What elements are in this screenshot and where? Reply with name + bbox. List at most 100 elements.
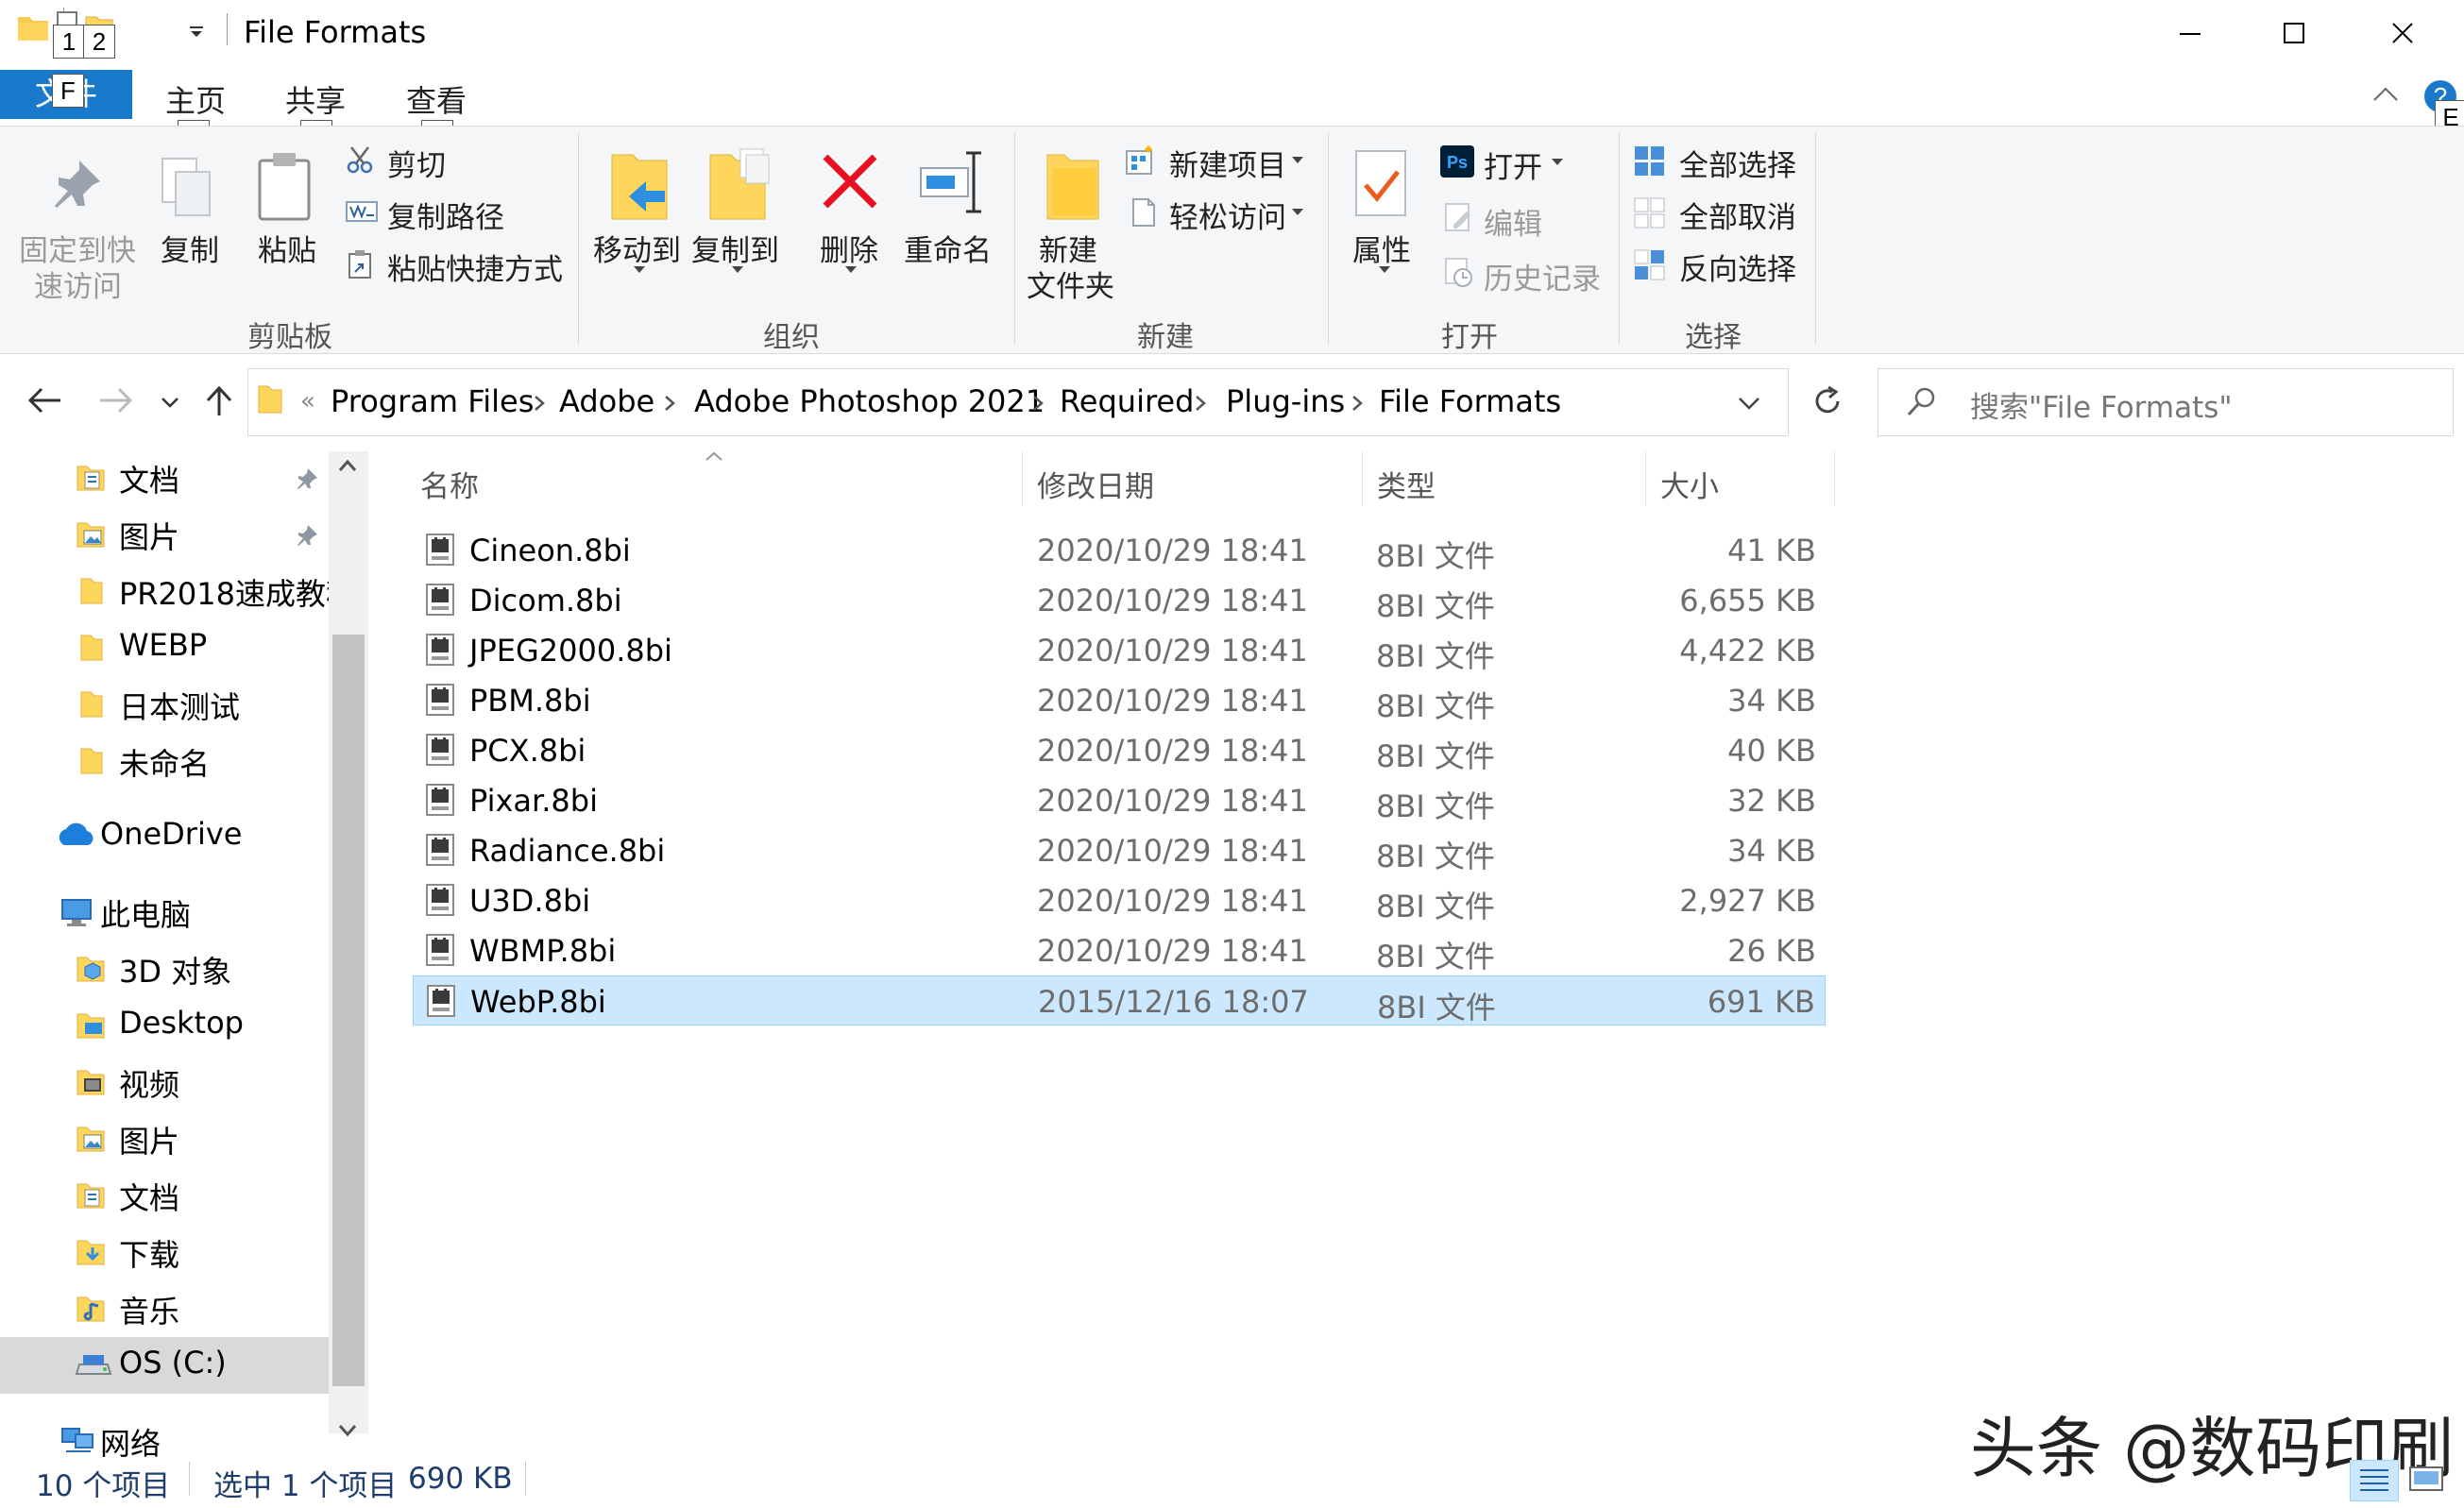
file-row[interactable]: Cineon.8bi 2020/10/29 18:41 8BI 文件 41 KB	[413, 525, 1826, 575]
new-folder-button[interactable]: 新建 文件夹	[1025, 142, 1129, 304]
properties-button[interactable]: 属性	[1341, 142, 1426, 283]
nav-item[interactable]: 未命名	[0, 733, 329, 789]
breadcrumb-item[interactable]: File Formats	[1379, 383, 1561, 419]
nav-item[interactable]: 文档	[0, 449, 329, 506]
column-header-type[interactable]: 类型	[1377, 463, 1436, 505]
breadcrumb-chevron-icon[interactable]	[533, 395, 546, 412]
file-date: 2020/10/29 18:41	[1037, 883, 1308, 919]
file-row[interactable]: WebP.8bi 2015/12/16 18:07 8BI 文件 691 KB	[413, 975, 1826, 1025]
folder-icon	[76, 688, 108, 719]
folder-icon	[76, 575, 108, 605]
nav-item[interactable]: 图片	[0, 1110, 329, 1167]
file-row[interactable]: PBM.8bi 2020/10/29 18:41 8BI 文件 34 KB	[413, 675, 1826, 725]
nav-item[interactable]: WEBP	[0, 619, 329, 676]
breadcrumb-chevron-icon[interactable]	[1031, 395, 1045, 412]
column-header-size[interactable]: 大小	[1660, 463, 1719, 505]
breadcrumb-chevron-icon[interactable]	[663, 395, 676, 412]
column-separator[interactable]	[1362, 451, 1363, 506]
breadcrumb-item[interactable]: Program Files	[331, 383, 534, 419]
search-input-placeholder[interactable]: 搜索"File Formats"	[1970, 383, 2233, 426]
copy-to-button[interactable]: 复制到	[688, 142, 782, 274]
folder-icon	[76, 632, 108, 662]
easy-access-icon	[1130, 197, 1158, 228]
pin-to-quick-access-button[interactable]: 固定到快 速访问	[9, 142, 146, 304]
breadcrumb-chevron-icon[interactable]	[1351, 395, 1364, 412]
column-separator[interactable]	[1022, 451, 1023, 506]
collapse-ribbon-icon[interactable]	[2372, 87, 2399, 102]
column-separator[interactable]	[1645, 451, 1646, 506]
file-type: 8BI 文件	[1376, 839, 1495, 874]
breadcrumb-item[interactable]: Plug-ins	[1226, 383, 1345, 419]
divider	[1788, 368, 1789, 436]
file-row[interactable]: Dicom.8bi 2020/10/29 18:41 8BI 文件 6,655 KB	[413, 575, 1826, 625]
scroll-up-icon[interactable]	[338, 459, 357, 472]
nav-item[interactable]: 视频	[0, 1054, 329, 1110]
column-separator[interactable]	[1834, 451, 1835, 506]
copy-button[interactable]: 复制	[151, 142, 227, 274]
nav-item[interactable]: 日本测试	[0, 676, 329, 733]
breadcrumb-chevron-icon[interactable]	[1194, 395, 1207, 412]
refresh-icon[interactable]	[1811, 385, 1844, 417]
column-header-date[interactable]: 修改日期	[1037, 463, 1154, 505]
rename-button[interactable]: 重命名	[902, 142, 996, 274]
maximize-button[interactable]	[2243, 0, 2347, 68]
details-view-button[interactable]	[2350, 1460, 2399, 1501]
nav-item[interactable]: OS (C:)	[0, 1337, 329, 1394]
file-row[interactable]: Pixar.8bi 2020/10/29 18:41 8BI 文件 32 KB	[413, 775, 1826, 825]
file-type: 8BI 文件	[1376, 538, 1495, 574]
file-row[interactable]: WBMP.8bi 2020/10/29 18:41 8BI 文件 26 KB	[413, 925, 1826, 975]
file-row[interactable]: Radiance.8bi 2020/10/29 18:41 8BI 文件 34 KB	[413, 825, 1826, 875]
nav-item[interactable]: 3D 对象	[0, 940, 329, 997]
nav-item[interactable]: 下载	[0, 1224, 329, 1280]
file-size: 32 KB	[1727, 783, 1816, 819]
breadcrumb-item[interactable]: Required	[1060, 383, 1194, 419]
nav-item-label: 未命名	[119, 746, 211, 782]
divider	[227, 13, 228, 45]
pin-icon[interactable]	[295, 523, 319, 548]
nav-item-label: 图片	[119, 1124, 180, 1160]
breadcrumb-item[interactable]: Adobe	[559, 383, 654, 419]
tab-home[interactable]: 主页	[165, 77, 226, 121]
chevron-down-icon	[845, 266, 857, 274]
recent-locations-chevron-icon[interactable]	[161, 397, 179, 408]
nav-item-label: 图片	[119, 519, 180, 555]
scroll-down-icon[interactable]	[338, 1424, 357, 1437]
nav-scrollbar-thumb[interactable]	[332, 635, 365, 1386]
column-header-name[interactable]: 名称	[420, 463, 479, 505]
file-row[interactable]: U3D.8bi 2020/10/29 18:41 8BI 文件 2,927 KB	[413, 875, 1826, 925]
customize-qat-icon[interactable]	[189, 26, 204, 38]
large-icons-view-button[interactable]	[2405, 1460, 2448, 1500]
minimize-button[interactable]	[2139, 0, 2243, 68]
nav-item[interactable]: PR2018速成教程	[0, 563, 329, 619]
file-row[interactable]: PCX.8bi 2020/10/29 18:41 8BI 文件 40 KB	[413, 725, 1826, 775]
file-name: JPEG2000.8bi	[469, 633, 672, 669]
nav-item[interactable]: 此电脑	[0, 884, 329, 940]
nav-item[interactable]: 图片	[0, 506, 329, 563]
tab-view[interactable]: 查看	[406, 77, 467, 121]
move-to-button[interactable]: 移动到	[589, 142, 684, 274]
forward-arrow-icon[interactable]	[98, 387, 133, 414]
up-arrow-icon[interactable]	[206, 385, 232, 417]
nav-item[interactable]: 音乐	[0, 1280, 329, 1337]
file-row[interactable]: JPEG2000.8bi 2020/10/29 18:41 8BI 文件 4,422 …	[413, 625, 1826, 675]
delete-button[interactable]: 删除	[810, 142, 895, 274]
tab-file-keytip: F	[52, 74, 84, 108]
title-bar: 1 2 File Formats	[0, 0, 2464, 68]
invert-selection-icon	[1634, 249, 1666, 281]
group-separator	[1014, 132, 1015, 345]
status-item-count: 10 个项目	[36, 1469, 171, 1503]
nav-item[interactable]: 文档	[0, 1167, 329, 1224]
network-icon	[59, 1425, 96, 1455]
close-button[interactable]	[2352, 0, 2456, 68]
breadcrumb-item[interactable]: Adobe Photoshop 2021	[694, 383, 1045, 419]
nav-item[interactable]: 网络	[0, 1413, 329, 1469]
breadcrumb-overflow[interactable]: «	[300, 387, 315, 415]
nav-item[interactable]: Desktop	[0, 997, 329, 1054]
nav-item[interactable]: OneDrive	[0, 808, 329, 865]
tab-share[interactable]: 共享	[285, 77, 346, 121]
back-arrow-icon[interactable]	[27, 387, 62, 414]
file-type: 8BI 文件	[1376, 939, 1495, 974]
address-history-chevron-icon[interactable]	[1738, 397, 1760, 410]
paste-button[interactable]: 粘贴	[250, 142, 326, 274]
pin-icon[interactable]	[295, 466, 319, 491]
